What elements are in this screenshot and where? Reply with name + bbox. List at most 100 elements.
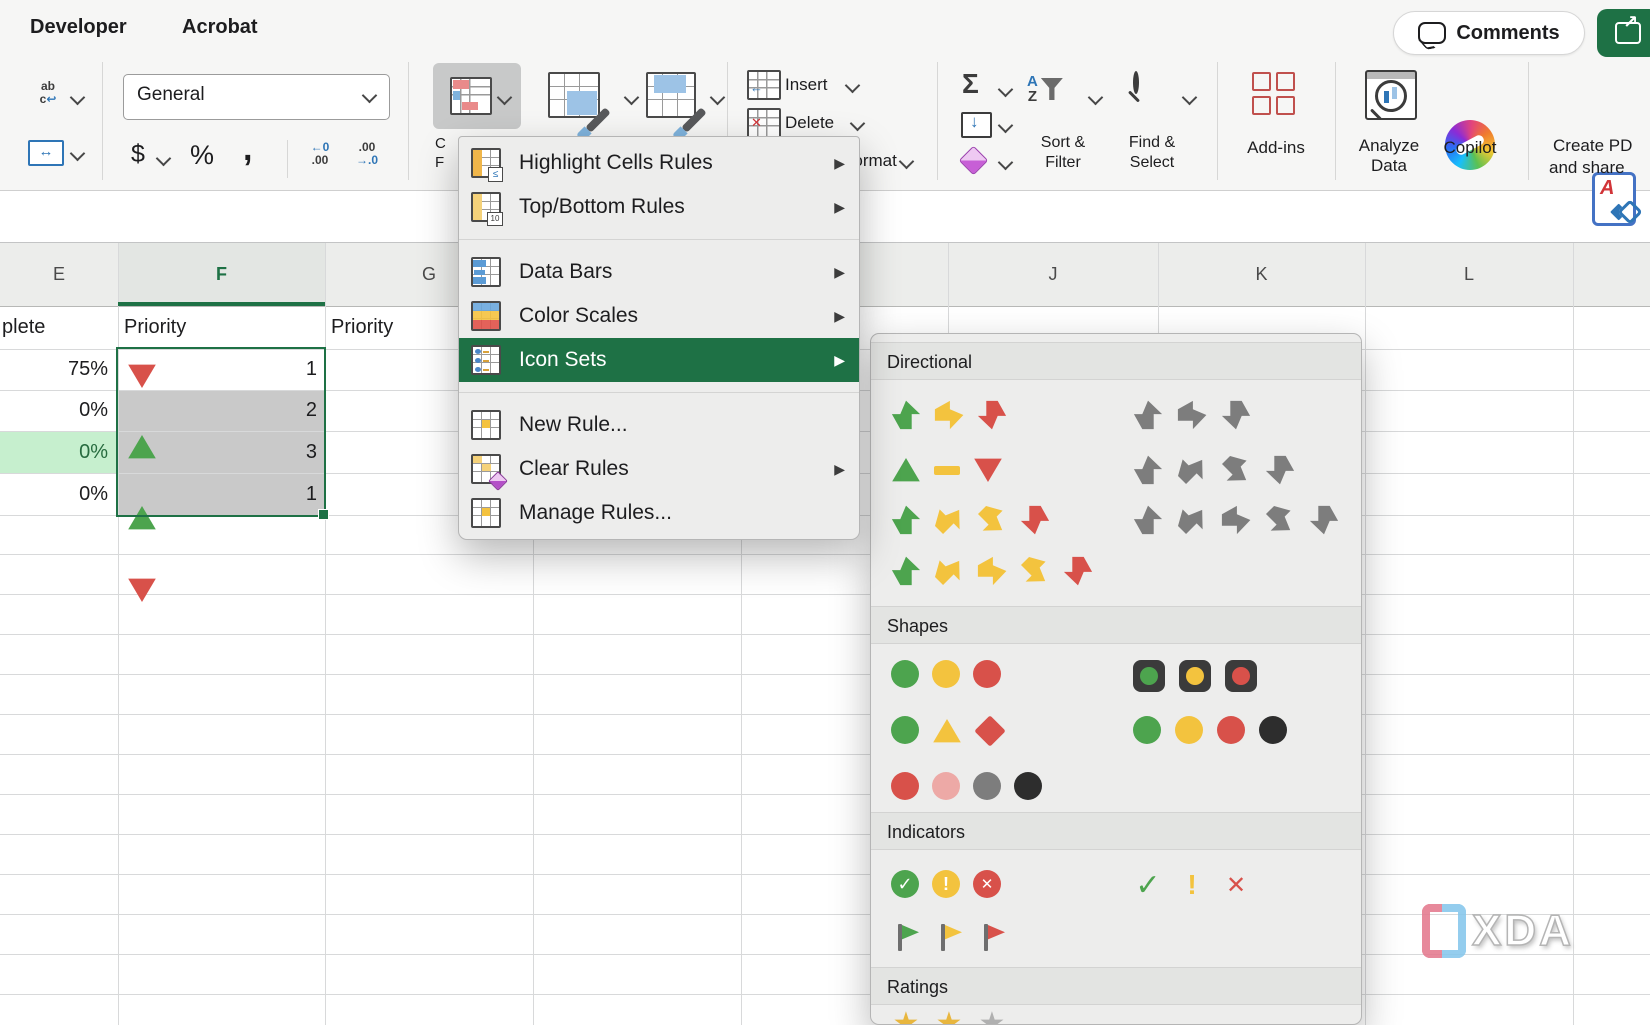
format-as-table-icon[interactable] <box>548 72 600 118</box>
format-chevron-icon[interactable] <box>899 154 915 170</box>
icon-set-row[interactable] <box>871 870 1361 902</box>
percent-style-button[interactable]: % <box>190 140 214 171</box>
merge-cells-icon[interactable]: ↔ <box>28 140 64 166</box>
decrease-decimal-button[interactable]: .00→.0 <box>350 141 384 167</box>
cf-clearrules-icon <box>471 454 501 484</box>
merge-chevron-icon[interactable] <box>70 146 86 162</box>
cell-styles-icon[interactable] <box>646 72 696 118</box>
wrap-text-icon[interactable]: abc↩ <box>30 80 66 106</box>
icon-set-row[interactable] <box>871 455 1361 487</box>
analyze-data-label2[interactable]: Data <box>1347 156 1431 176</box>
copilot-label[interactable]: Copilot <box>1438 138 1502 158</box>
analyze-data-label[interactable]: Analyze <box>1347 136 1431 156</box>
wrap-text-chevron-icon[interactable] <box>70 90 86 106</box>
menu-item-new-rule[interactable]: New Rule... <box>459 403 859 447</box>
delete-chevron-icon[interactable] <box>850 116 866 132</box>
icon-set-row[interactable] <box>871 505 1361 537</box>
column-header-l[interactable]: L <box>1365 242 1573 306</box>
flag-green-icon <box>891 922 921 952</box>
flag-yellow-icon <box>934 922 964 952</box>
tab-developer[interactable]: Developer <box>30 16 127 39</box>
cell-e1[interactable]: plete <box>2 306 58 349</box>
create-pdf-label[interactable]: Create PD <box>1553 136 1632 156</box>
clear-chevron-icon[interactable] <box>998 155 1014 171</box>
delete-cells-icon[interactable]: ✕ <box>747 108 781 138</box>
circle-green-icon <box>1133 716 1161 744</box>
cell-styles-chevron-icon[interactable] <box>710 90 726 106</box>
triangle-up-yellow-icon <box>932 716 962 746</box>
arrow-down-red-icon <box>1020 505 1050 535</box>
icon-set-row[interactable] <box>871 922 1361 954</box>
circle-gray-icon <box>973 772 1001 800</box>
fill-down-icon[interactable] <box>961 112 992 138</box>
find-select-label[interactable]: Find & <box>1112 134 1192 152</box>
number-format-select[interactable]: General <box>123 74 390 120</box>
delete-button[interactable]: Delete <box>785 113 834 133</box>
sort-filter-label[interactable]: Sort & <box>1023 134 1103 152</box>
circle-green-icon <box>891 660 919 688</box>
icon-set-row[interactable] <box>871 400 1361 432</box>
conditional-formatting-icon <box>450 77 492 115</box>
sort-filter-chevron-icon[interactable] <box>1088 90 1104 106</box>
comments-button[interactable]: Comments <box>1393 11 1585 55</box>
add-ins-icon[interactable] <box>1252 72 1296 116</box>
comments-label: Comments <box>1456 22 1559 45</box>
create-pdf-icon[interactable] <box>1592 172 1636 226</box>
autosum-button[interactable]: Σ <box>962 68 979 100</box>
trafficlight-green-icon <box>1133 660 1165 692</box>
fill-chevron-icon[interactable] <box>998 118 1014 134</box>
tab-acrobat[interactable]: Acrobat <box>182 16 258 39</box>
sort-filter-label2[interactable]: Filter <box>1023 154 1103 172</box>
analyze-data-icon[interactable] <box>1365 70 1417 120</box>
arrow-up-gray-icon <box>1133 505 1163 535</box>
cell-e3[interactable]: 0% <box>0 390 108 431</box>
currency-button[interactable]: $ <box>131 140 145 169</box>
find-select-chevron-icon[interactable] <box>1182 90 1198 106</box>
section-header-ratings: Ratings <box>871 967 1361 1005</box>
cell-e4[interactable]: 0% <box>0 431 108 473</box>
menu-item-top-bottom-rules[interactable]: Top/Bottom Rules ▶ <box>459 185 859 229</box>
menu-item-highlight-cells-rules[interactable]: Highlight Cells Rules ▶ <box>459 141 859 185</box>
comma-style-button[interactable]: , <box>243 130 252 169</box>
icon-set-row[interactable] <box>871 556 1361 588</box>
cell-g1[interactable]: Priority <box>331 306 393 349</box>
autosum-chevron-icon[interactable] <box>998 82 1014 98</box>
share-button[interactable] <box>1597 9 1650 57</box>
create-pdf-label2[interactable]: and share <box>1549 158 1625 178</box>
arrow-right-gray-icon <box>1177 400 1207 430</box>
cell-e5[interactable]: 0% <box>0 473 108 515</box>
format-as-table-chevron-icon[interactable] <box>624 90 640 106</box>
sort-filter-icon[interactable]: AZ <box>1027 74 1063 104</box>
menu-item-color-scales[interactable]: Color Scales ▶ <box>459 294 859 338</box>
star-gray-icon <box>977 1008 1007 1025</box>
fill-handle[interactable] <box>318 509 329 520</box>
cf-databars-icon <box>471 257 501 287</box>
icon-set-row[interactable] <box>871 772 1361 804</box>
increase-decimal-button[interactable]: ←0.00 <box>303 141 337 167</box>
currency-chevron-icon[interactable] <box>156 151 172 167</box>
menu-item-icon-sets[interactable]: Icon Sets ▶ <box>459 338 859 382</box>
column-header-k[interactable]: K <box>1158 242 1365 306</box>
insert-chevron-icon[interactable] <box>845 78 861 94</box>
clear-icon[interactable] <box>959 146 989 176</box>
comment-bubble-icon <box>1418 22 1446 44</box>
menu-item-clear-rules[interactable]: Clear Rules ▶ <box>459 447 859 491</box>
find-select-label2[interactable]: Select <box>1112 154 1192 172</box>
menu-item-manage-rules[interactable]: Manage Rules... <box>459 491 859 535</box>
cell-e2[interactable]: 75% <box>0 349 108 390</box>
grid-rows <box>0 515 1650 1025</box>
icon-set-row[interactable] <box>871 660 1361 692</box>
column-header-f[interactable]: F <box>118 242 325 306</box>
conditional-formatting-button[interactable] <box>433 63 521 129</box>
insert-cells-icon[interactable]: ← <box>747 70 781 100</box>
column-header-j[interactable]: J <box>948 242 1158 306</box>
menu-item-data-bars[interactable]: Data Bars ▶ <box>459 250 859 294</box>
insert-button[interactable]: Insert <box>785 75 828 95</box>
column-header-e[interactable]: E <box>0 242 118 306</box>
arrow-up-green-icon <box>891 400 921 430</box>
add-ins-label[interactable]: Add-ins <box>1234 138 1318 158</box>
icon-set-row[interactable] <box>871 1008 1361 1025</box>
cell-f1[interactable]: Priority <box>124 306 186 349</box>
icon-set-row[interactable] <box>871 716 1361 748</box>
find-select-icon[interactable] <box>1133 74 1139 92</box>
